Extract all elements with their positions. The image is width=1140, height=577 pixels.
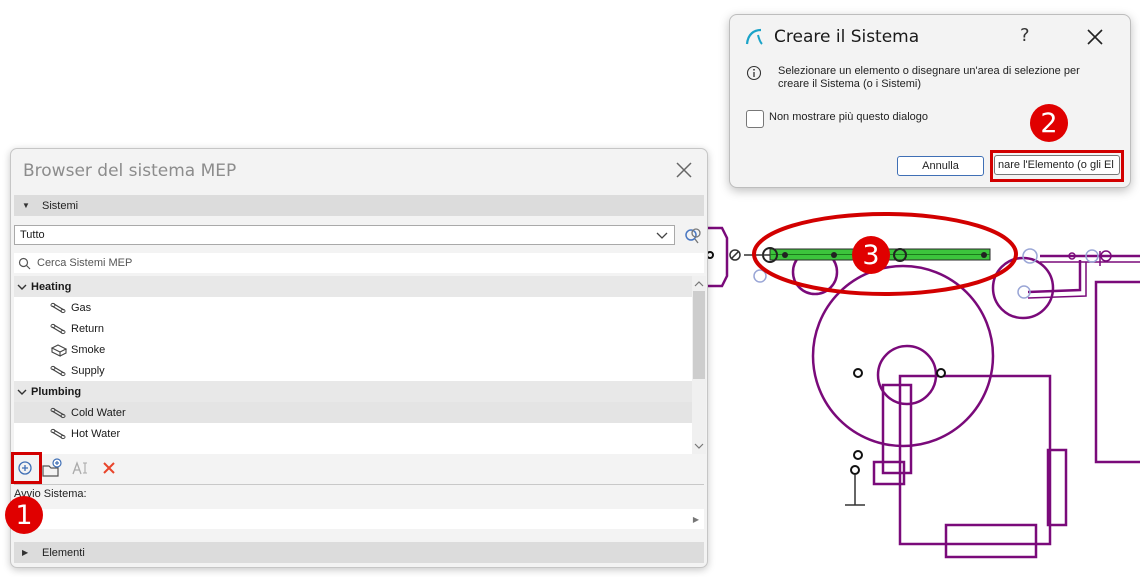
chevron-down-icon [17, 389, 27, 395]
dialog-message: Selezionare un elemento o disegnare un'a… [778, 65, 1080, 90]
equipment-base-box[interactable] [944, 523, 1038, 559]
mep-system-browser-panel: Browser del sistema MEP ▼ Sistemi Tutto … [10, 148, 708, 568]
info-icon [746, 65, 762, 81]
section-label: Elementi [42, 546, 85, 559]
rename-button[interactable] [70, 457, 92, 479]
section-header-sistemi[interactable]: ▼ Sistemi [14, 195, 704, 216]
tree-group-heating[interactable]: Heating [14, 276, 692, 297]
tree-item-smoke[interactable]: Smoke [14, 339, 692, 360]
delete-button[interactable] [98, 457, 120, 479]
equipment-side-box[interactable] [881, 383, 913, 475]
duct-system-icon [50, 343, 68, 357]
tree-item-label: Smoke [71, 343, 106, 356]
node-marker[interactable] [850, 465, 860, 475]
node-marker[interactable] [853, 368, 863, 378]
callout-badge-2: 2 [1030, 104, 1068, 142]
search-input[interactable] [35, 256, 679, 270]
pipe-system-icon [50, 365, 66, 376]
node-marker[interactable] [936, 368, 946, 378]
systems-tree: Heating Gas Return Smoke Supply Plumbing… [14, 276, 692, 454]
tree-group-label: Heating [31, 280, 72, 293]
new-folder-button[interactable] [41, 457, 63, 479]
equipment-box[interactable] [898, 374, 1052, 546]
rename-icon [72, 461, 87, 475]
tree-scrollbar[interactable] [692, 276, 706, 454]
checkbox-label: Non mostrare più questo dialogo [769, 111, 928, 123]
tree-item-label: Supply [71, 364, 105, 377]
tree-group-plumbing[interactable]: Plumbing [14, 381, 692, 402]
pipe-system-icon [50, 302, 66, 313]
pipe-system-icon [50, 407, 66, 418]
close-icon[interactable] [675, 161, 693, 179]
tree-item-gas[interactable]: Gas [14, 297, 692, 318]
expand-triangle-icon: ▶ [22, 548, 29, 557]
tree-item-label: Gas [71, 301, 92, 314]
cancel-button[interactable]: Annulla [897, 156, 984, 176]
expand-arrow-icon: ▶ [692, 515, 699, 524]
system-filter-dropdown[interactable]: Tutto [14, 225, 675, 245]
new-folder-icon [42, 458, 62, 477]
tree-item-label: Return [71, 322, 105, 335]
help-button[interactable]: ? [1020, 25, 1030, 46]
tree-item-return[interactable]: Return [14, 318, 692, 339]
collapse-triangle-icon: ▼ [22, 201, 30, 210]
tree-item-cold-water[interactable]: Cold Water [14, 402, 692, 423]
section-header-elementi[interactable]: ▶ Elementi [14, 542, 704, 563]
system-start-field[interactable]: ▶ [14, 509, 704, 529]
callout-badge-3: 3 [852, 236, 890, 274]
callout-highlight-box-1 [11, 452, 42, 484]
browser-toolbar [11, 452, 704, 484]
create-system-dialog: Creare il Sistema ? Selezionare un eleme… [729, 14, 1131, 188]
panel-title: Browser del sistema MEP [23, 161, 237, 181]
tree-item-hot-water[interactable]: Hot Water [14, 423, 692, 444]
dropdown-value: Tutto [20, 229, 45, 241]
callout-badge-1: 1 [5, 496, 43, 534]
dialog-title: Creare il Sistema [774, 27, 920, 47]
fitting-circle-right[interactable] [991, 256, 1055, 320]
app-logo-icon [745, 28, 763, 45]
dont-show-again-checkbox[interactable] [746, 110, 764, 128]
tree-item-label: Hot Water [71, 427, 121, 440]
section-label: Sistemi [42, 199, 79, 212]
scrollbar-thumb[interactable] [693, 291, 705, 379]
search-bar [14, 253, 704, 273]
tree-item-label: Cold Water [71, 406, 126, 419]
system-link-icon[interactable] [683, 225, 703, 245]
node-marker[interactable] [853, 450, 863, 460]
callout-highlight-box-2 [990, 150, 1124, 182]
chevron-down-icon [656, 232, 668, 239]
chevron-down-icon[interactable] [694, 441, 704, 451]
pipe-system-icon [50, 323, 66, 334]
tree-group-label: Plumbing [31, 385, 82, 398]
pipe-system-icon [50, 428, 66, 439]
search-icon [18, 257, 31, 269]
delete-icon [103, 462, 115, 474]
toolbar-divider [14, 484, 704, 485]
close-icon[interactable] [1086, 28, 1104, 46]
equipment-box-far-right[interactable] [1094, 280, 1140, 464]
tree-item-supply[interactable]: Supply [14, 360, 692, 381]
chevron-up-icon[interactable] [694, 279, 704, 289]
chevron-down-icon [17, 284, 27, 290]
